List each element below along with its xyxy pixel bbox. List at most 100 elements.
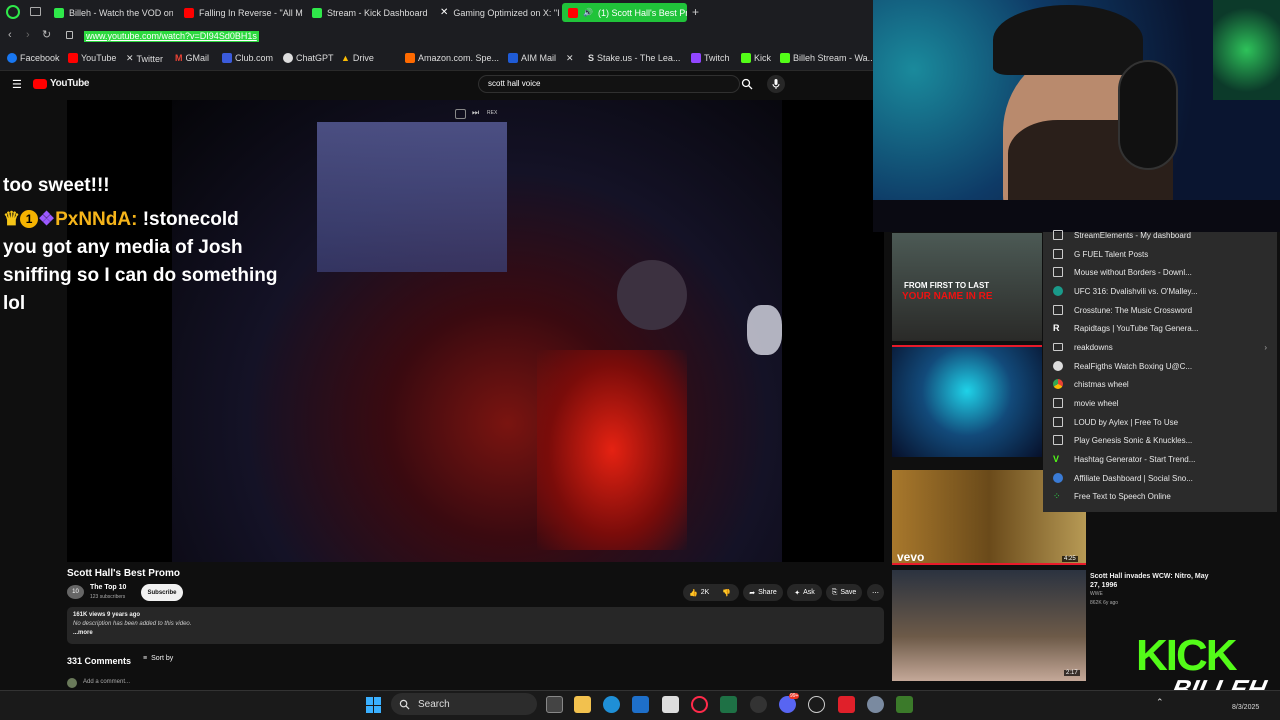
back-icon[interactable]: ‹ — [8, 29, 12, 41]
sort-by-button[interactable]: ≡ Sort by — [143, 655, 173, 662]
menu-item-label: movie wheel — [1074, 398, 1119, 408]
like-count[interactable]: 2K — [701, 589, 710, 596]
bookmark-facebook[interactable]: Facebook — [7, 53, 60, 63]
recommended-thumbnail-2[interactable] — [892, 345, 1042, 457]
youtube-logo[interactable]: YouTube — [33, 78, 90, 89]
subscribe-button[interactable]: Subscribe — [141, 584, 183, 601]
tab-gaming-optimized[interactable]: ✕ Gaming Optimized on X: "I — [434, 3, 559, 22]
webcam-cap — [993, 5, 1143, 75]
menu-item-mouse-without-borders[interactable]: Mouse without Borders - Downl... — [1053, 263, 1192, 281]
menu-item-hashtag-generator[interactable]: V Hashtag Generator - Start Trend... — [1053, 450, 1195, 468]
forward-icon[interactable]: › — [26, 29, 30, 41]
youtube-logo-text: YouTube — [50, 78, 90, 89]
terminal-icon[interactable] — [896, 696, 913, 713]
menu-item-genesis-sonic[interactable]: Play Genesis Sonic & Knuckles... — [1053, 431, 1192, 449]
opera-gx-icon[interactable] — [6, 5, 20, 19]
youtube-header: ☰ YouTube ✕ — [0, 71, 873, 98]
menu-item-crosstune[interactable]: Crosstune: The Music Crossword — [1053, 301, 1192, 319]
windows-start-icon[interactable] — [366, 697, 382, 713]
menu-item-gfuel[interactable]: G FUEL Talent Posts — [1053, 245, 1148, 263]
menu-item-label: StreamElements - My dashboard — [1074, 230, 1191, 240]
recommended-thumbnail-1[interactable]: FROM FIRST TO LAST YOUR NAME IN RE — [892, 233, 1042, 341]
bookmark-youtube[interactable]: YouTube — [68, 53, 116, 63]
bookmark-stake[interactable]: S Stake.us - The Lea... — [588, 53, 680, 63]
bookmark-twitch[interactable]: Twitch — [691, 53, 730, 63]
like-icon[interactable]: 👍 — [689, 589, 698, 597]
channel-avatar[interactable]: 10 — [67, 585, 84, 599]
app-red-icon[interactable] — [838, 696, 855, 713]
taskbar-search[interactable]: Search — [391, 693, 537, 715]
thumb-overlay-text-2: YOUR NAME IN RE — [902, 291, 993, 302]
url-field[interactable]: www.youtube.com/watch?v=DI94Sd0BH1s — [84, 31, 259, 42]
drive-icon: ▲ — [341, 53, 350, 63]
task-view-icon[interactable] — [546, 696, 563, 713]
store-icon[interactable] — [662, 696, 679, 713]
description-text: No description has been added to this vi… — [73, 621, 192, 627]
menu-item-ufc[interactable]: UFC 316: Dvalishvili vs. O'Malley... — [1053, 282, 1198, 300]
bookmark-chatgpt[interactable]: ChatGPT — [283, 53, 334, 63]
menu-icon[interactable]: ☰ — [12, 78, 22, 91]
share-button[interactable]: ➦ Share — [743, 584, 783, 601]
menu-item-label: Crosstune: The Music Crossword — [1074, 305, 1193, 315]
edge-icon[interactable] — [603, 696, 620, 713]
settings-icon[interactable] — [867, 696, 884, 713]
bookmark-billeh-stream[interactable]: Billeh Stream - Wa... — [780, 53, 875, 63]
bookmark-club[interactable]: Club.com — [222, 53, 273, 63]
app-icon[interactable] — [750, 696, 767, 713]
file-explorer-icon[interactable] — [574, 696, 591, 713]
more-link[interactable]: ...more — [73, 630, 93, 636]
tab-falling-in-reverse[interactable]: Falling In Reverse - "All My — [178, 3, 303, 22]
new-tab-button[interactable]: + — [692, 5, 699, 19]
excel-icon[interactable] — [720, 696, 737, 713]
dislike-icon[interactable]: 👎 — [722, 589, 731, 597]
search-input[interactable]: scott hall voice — [478, 75, 740, 93]
bookmark-twitter[interactable]: ✕ Twitter — [126, 53, 163, 64]
menu-item-text-to-speech[interactable]: ⁘ Free Text to Speech Online — [1053, 487, 1171, 505]
skip-icon[interactable]: ⏭ — [472, 108, 479, 118]
workspace-icon[interactable] — [30, 7, 41, 16]
globe-icon — [1053, 286, 1063, 296]
tab-scott-hall-promo[interactable]: 🔊 (1) Scott Hall's Best Pro — [562, 3, 687, 22]
bookmark-amazon[interactable]: Amazon.com. Spe... — [405, 53, 499, 63]
sort-label: Sort by — [151, 655, 174, 662]
menu-item-loud[interactable]: LOUD by Aylex | Free To Use — [1053, 413, 1178, 431]
menu-item-christmas-wheel[interactable]: chistmas wheel — [1053, 375, 1129, 393]
bookmark-kick[interactable]: Kick — [741, 53, 771, 63]
opera-gx-icon[interactable] — [691, 696, 708, 713]
bookmark-gmail[interactable]: M GMail — [175, 53, 209, 63]
menu-item-breakdowns-folder[interactable]: reakdowns › — [1053, 338, 1267, 356]
more-actions-button[interactable]: ⋯ — [867, 584, 884, 601]
video-player[interactable]: ⏭ REX — [67, 100, 884, 562]
obs-icon[interactable] — [808, 696, 825, 713]
search-icon[interactable] — [741, 77, 755, 91]
bookmark-x[interactable]: ✕ — [566, 53, 577, 64]
menu-item-affiliate-dashboard[interactable]: Affiliate Dashboard | Social Sno... — [1053, 469, 1193, 487]
recommended-channel[interactable]: WWE — [1090, 591, 1103, 597]
menu-item-label: UFC 316: Dvalishvili vs. O'Malley... — [1074, 286, 1198, 296]
save-button[interactable]: ⎘ Save — [826, 584, 862, 601]
kick-favicon-icon — [312, 7, 322, 18]
menu-item-movie-wheel[interactable]: movie wheel — [1053, 394, 1118, 412]
tray-chevron-icon[interactable]: ⌃ — [1156, 697, 1164, 708]
miniplayer-icon[interactable] — [455, 109, 466, 119]
menu-item-rapidtags[interactable]: R Rapidtags | YouTube Tag Genera... — [1053, 319, 1198, 337]
description-box[interactable]: 161K views 9 years ago No description ha… — [67, 607, 884, 644]
menu-item-realfigths[interactable]: RealFigths Watch Boxing U@C... — [1053, 357, 1192, 375]
recommended-thumbnail-4[interactable]: 2:17 — [892, 570, 1086, 681]
add-comment-input[interactable]: Add a comment... — [83, 679, 130, 685]
bookmark-aim-mail[interactable]: AIM Mail — [508, 53, 556, 63]
menu-item-label: chistmas wheel — [1074, 379, 1129, 389]
tab-kick-dashboard[interactable]: Stream - Kick Dashboard — [306, 3, 431, 22]
reload-icon[interactable]: ↻ — [42, 28, 51, 41]
bookmark-drive[interactable]: ▲ Drive — [341, 53, 374, 63]
chat-message: ♛ 1 ❖PxNNdA: !stonecold you got any media … — [3, 206, 303, 318]
save-label: Save — [840, 589, 857, 596]
microphone-icon[interactable] — [767, 75, 785, 93]
recommended-title[interactable]: Scott Hall invades WCW: Nitro, May 27, 1… — [1090, 572, 1210, 590]
menu-item-label: RealFigths Watch Boxing U@C... — [1074, 361, 1193, 371]
tab-billeh-vod[interactable]: Billeh - Watch the VOD on — [48, 3, 173, 22]
channel-name[interactable]: The Top 10 — [90, 584, 126, 591]
ask-button[interactable]: ✦ Ask — [787, 584, 822, 601]
menu-item-streamelements[interactable]: StreamElements - My dashboard — [1053, 226, 1191, 244]
outlook-icon[interactable] — [632, 696, 649, 713]
